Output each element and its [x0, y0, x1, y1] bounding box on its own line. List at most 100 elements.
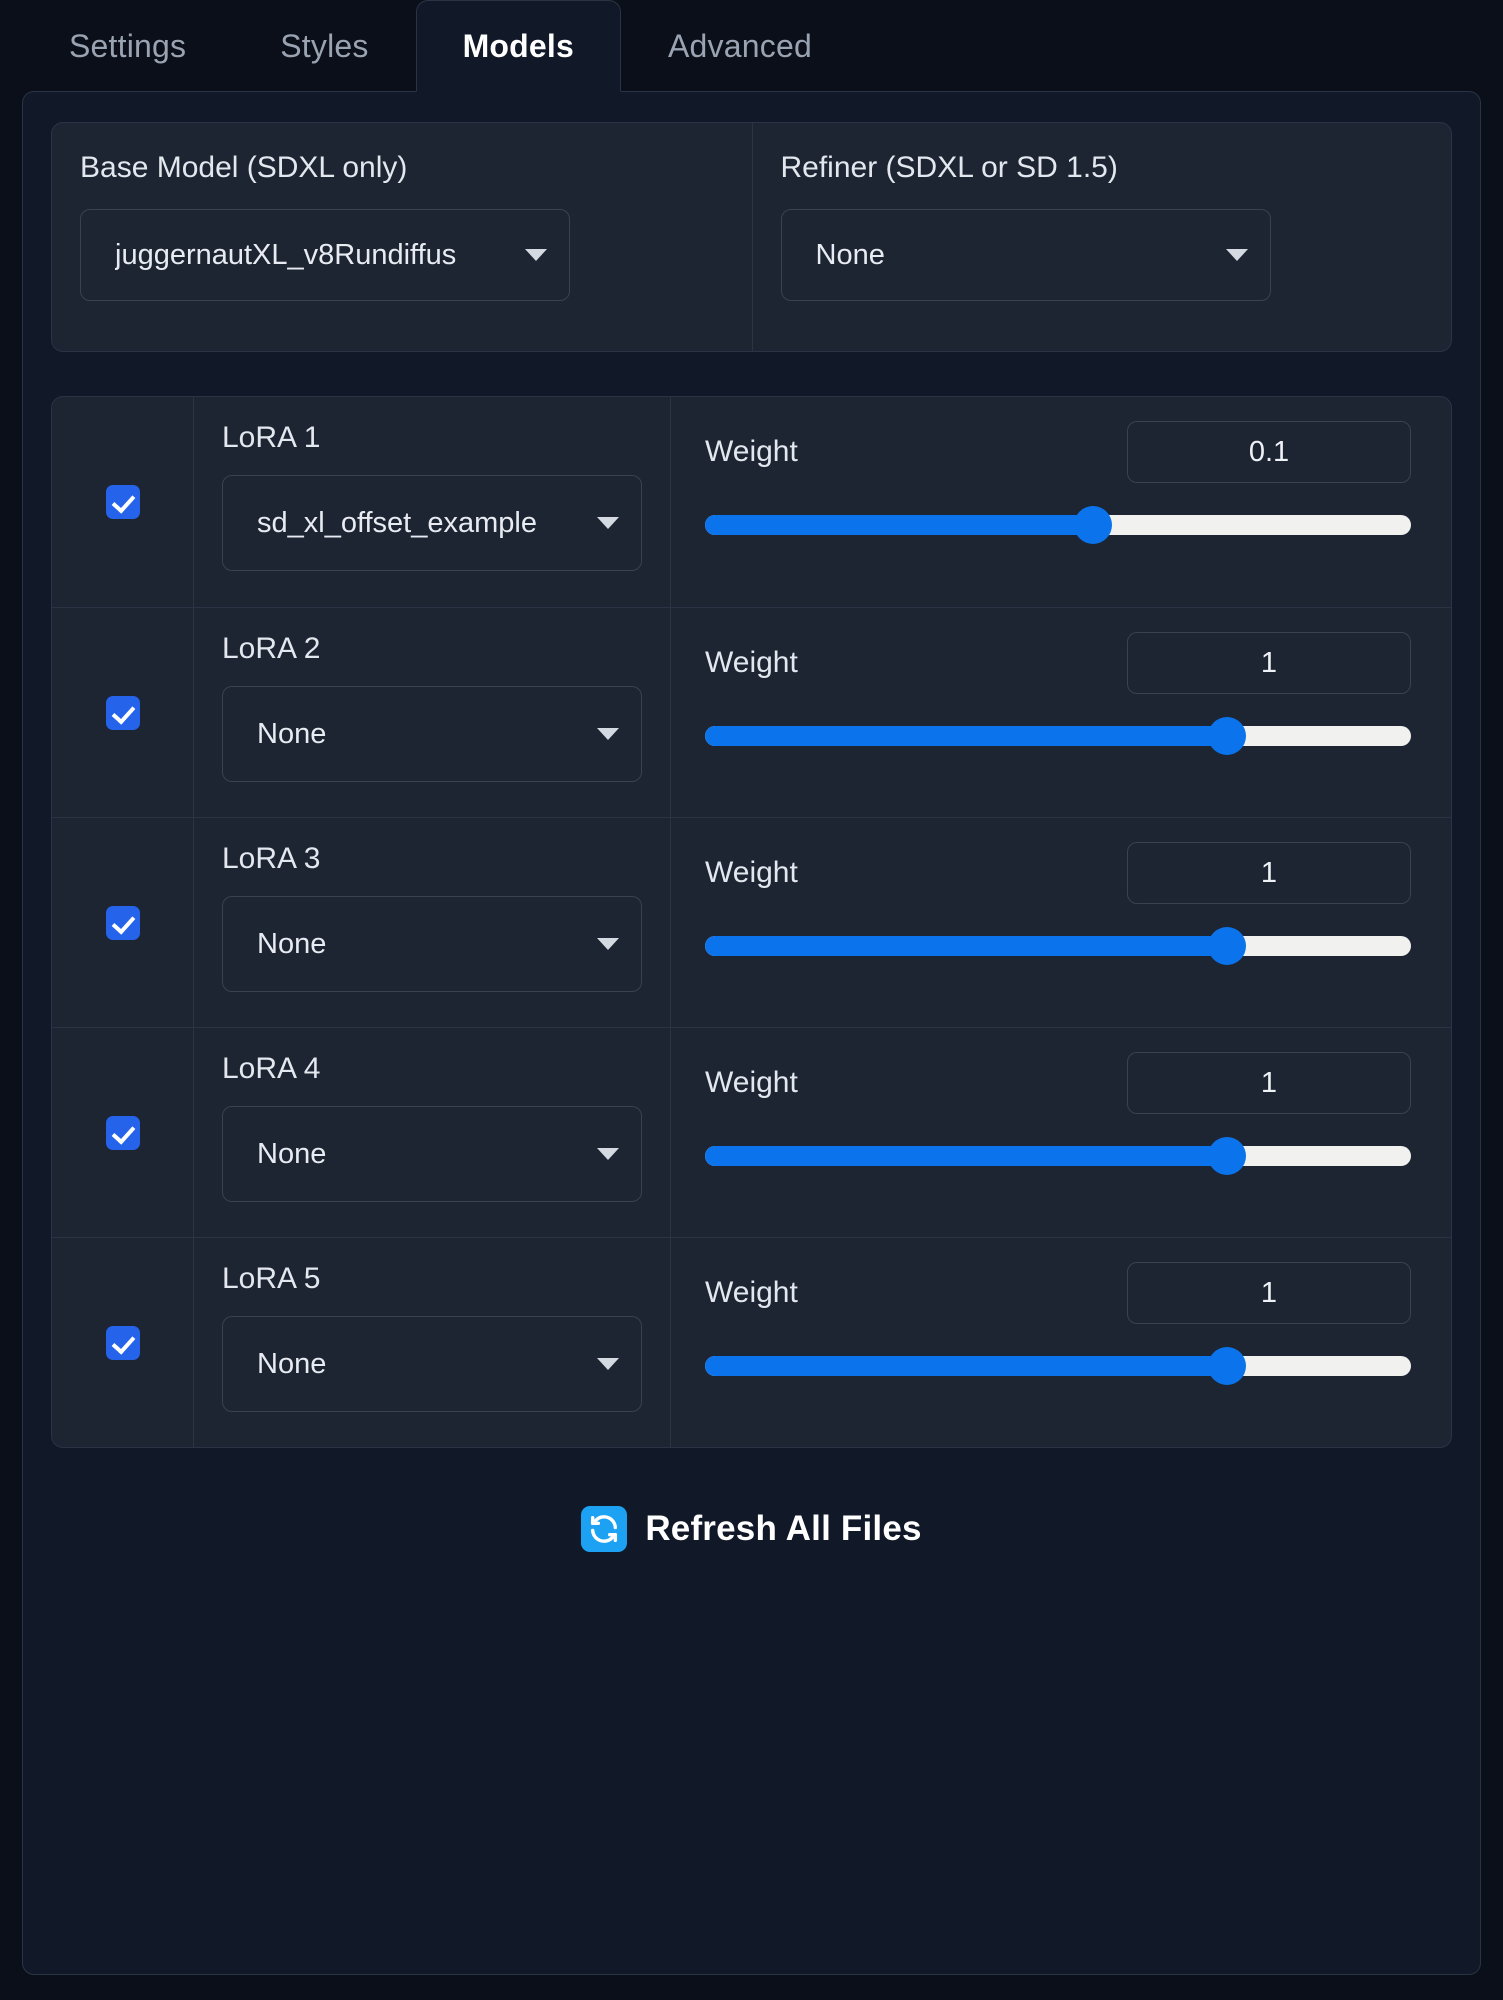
lora-5-model-value: None	[257, 1347, 327, 1380]
lora-4-weight-slider[interactable]	[705, 1137, 1411, 1175]
base-model-label: Base Model (SDXL only)	[80, 151, 408, 184]
slider-fill	[705, 1356, 1228, 1376]
lora-1-weight-input[interactable]: 0.1	[1127, 421, 1411, 483]
tab-settings-label: Settings	[69, 28, 187, 64]
base-model-section: Base Model (SDXL only) juggernautXL_v8Ru…	[52, 123, 752, 351]
lora-3-model-value: None	[257, 927, 327, 960]
lora-5-name-cell: LoRA 5 None	[194, 1238, 671, 1447]
refiner-section: Refiner (SDXL or SD 1.5) None	[751, 123, 1452, 351]
lora-4-enable-checkbox[interactable]	[105, 1115, 140, 1150]
slider-thumb[interactable]	[1208, 1137, 1247, 1175]
lora-2-enable-cell	[52, 608, 194, 817]
refiner-label: Refiner (SDXL or SD 1.5)	[780, 151, 1118, 184]
refresh-all-files-button[interactable]: Refresh All Files	[51, 1506, 1452, 1552]
lora-2-name-cell: LoRA 2 None	[194, 608, 671, 817]
lora-4-weight-input[interactable]: 1	[1127, 1052, 1411, 1114]
lora-5-weight-label: Weight	[705, 1276, 798, 1309]
lora-2-weight-cell: Weight 1	[671, 608, 1451, 817]
chevron-down-icon	[597, 1148, 619, 1160]
lora-5-weight-top: Weight 1	[705, 1262, 1411, 1324]
lora-5-enable-checkbox[interactable]	[105, 1325, 140, 1360]
tab-bar: Settings Styles Models Advanced	[0, 0, 1503, 92]
base-model-value: juggernautXL_v8Rundiffus	[115, 238, 457, 271]
lora-3-enable-checkbox[interactable]	[105, 905, 140, 940]
tab-models-label: Models	[462, 27, 575, 64]
slider-thumb[interactable]	[1208, 927, 1247, 965]
table-row: LoRA 2 None Weight 1	[52, 607, 1451, 817]
slider-fill	[705, 726, 1228, 746]
tab-settings[interactable]: Settings	[22, 0, 233, 92]
lora-1-title: LoRA 1	[222, 421, 321, 454]
slider-thumb[interactable]	[1074, 506, 1113, 544]
lora-1-model-value: sd_xl_offset_example	[257, 506, 537, 539]
lora-4-weight-cell: Weight 1	[671, 1028, 1451, 1237]
models-tab-page: Settings Styles Models Advanced Base Mod…	[0, 0, 1503, 2000]
lora-3-weight-input[interactable]: 1	[1127, 842, 1411, 904]
lora-3-weight-label: Weight	[705, 856, 798, 889]
lora-1-enable-cell	[52, 397, 194, 607]
lora-2-weight-label: Weight	[705, 646, 798, 679]
lora-5-model-select[interactable]: None	[222, 1316, 642, 1412]
lora-2-model-value: None	[257, 717, 327, 750]
tab-advanced[interactable]: Advanced	[621, 0, 859, 92]
lora-2-weight-input[interactable]: 1	[1127, 632, 1411, 694]
slider-thumb[interactable]	[1208, 717, 1247, 755]
lora-2-enable-checkbox[interactable]	[105, 695, 140, 730]
lora-1-enable-checkbox[interactable]	[105, 485, 140, 519]
table-row: LoRA 3 None Weight 1	[52, 817, 1451, 1027]
lora-5-title: LoRA 5	[222, 1262, 321, 1295]
refresh-icon	[581, 1506, 628, 1552]
lora-1-name-cell: LoRA 1 sd_xl_offset_example	[194, 397, 671, 607]
lora-3-enable-cell	[52, 818, 194, 1027]
chevron-down-icon	[597, 517, 619, 529]
lora-4-model-value: None	[257, 1137, 327, 1170]
lora-3-model-select[interactable]: None	[222, 896, 642, 992]
chevron-down-icon	[597, 938, 619, 950]
lora-4-weight-top: Weight 1	[705, 1052, 1411, 1114]
lora-3-weight-top: Weight 1	[705, 842, 1411, 904]
lora-1-model-select[interactable]: sd_xl_offset_example	[222, 475, 642, 571]
tab-advanced-label: Advanced	[668, 28, 812, 64]
lora-5-weight-cell: Weight 1	[671, 1238, 1451, 1447]
tab-styles[interactable]: Styles	[233, 0, 415, 92]
lora-4-model-select[interactable]: None	[222, 1106, 642, 1202]
tab-models[interactable]: Models	[415, 0, 622, 92]
lora-4-name-cell: LoRA 4 None	[194, 1028, 671, 1237]
chevron-down-icon	[1225, 249, 1248, 261]
chevron-down-icon	[597, 728, 619, 740]
slider-thumb[interactable]	[1208, 1347, 1247, 1385]
slider-fill	[705, 1146, 1228, 1166]
table-row: LoRA 1 sd_xl_offset_example Weight 0.1	[52, 397, 1451, 607]
chevron-down-icon	[525, 249, 547, 261]
lora-3-name-cell: LoRA 3 None	[194, 818, 671, 1027]
lora-3-weight-slider[interactable]	[705, 927, 1411, 965]
tab-styles-label: Styles	[280, 28, 369, 64]
refiner-select[interactable]: None	[780, 209, 1271, 301]
lora-5-enable-cell	[52, 1238, 194, 1447]
models-panel: Base Model (SDXL only) juggernautXL_v8Ru…	[22, 91, 1481, 1975]
lora-2-weight-top: Weight 1	[705, 632, 1411, 694]
slider-fill	[705, 515, 1094, 535]
lora-1-weight-top: Weight 0.1	[705, 421, 1411, 483]
lora-5-weight-slider[interactable]	[705, 1347, 1411, 1385]
table-row: LoRA 4 None Weight 1	[52, 1027, 1451, 1237]
slider-fill	[705, 936, 1228, 956]
base-model-select[interactable]: juggernautXL_v8Rundiffus	[80, 209, 570, 301]
lora-3-weight-cell: Weight 1	[671, 818, 1451, 1027]
lora-2-model-select[interactable]: None	[222, 686, 642, 782]
lora-1-weight-label: Weight	[705, 435, 798, 468]
lora-1-weight-cell: Weight 0.1	[671, 397, 1451, 607]
lora-4-enable-cell	[52, 1028, 194, 1237]
lora-2-weight-slider[interactable]	[705, 717, 1411, 755]
model-selection-card: Base Model (SDXL only) juggernautXL_v8Ru…	[51, 122, 1452, 352]
refiner-value: None	[815, 238, 885, 271]
lora-3-title: LoRA 3	[222, 842, 321, 875]
refresh-all-files-label: Refresh All Files	[645, 1509, 922, 1548]
lora-4-weight-label: Weight	[705, 1066, 798, 1099]
table-row: LoRA 5 None Weight 1	[52, 1237, 1451, 1447]
lora-1-weight-slider[interactable]	[705, 506, 1411, 544]
lora-2-title: LoRA 2	[222, 632, 321, 665]
lora-table: LoRA 1 sd_xl_offset_example Weight 0.1 L…	[51, 396, 1452, 1448]
lora-5-weight-input[interactable]: 1	[1127, 1262, 1411, 1324]
lora-4-title: LoRA 4	[222, 1052, 321, 1085]
